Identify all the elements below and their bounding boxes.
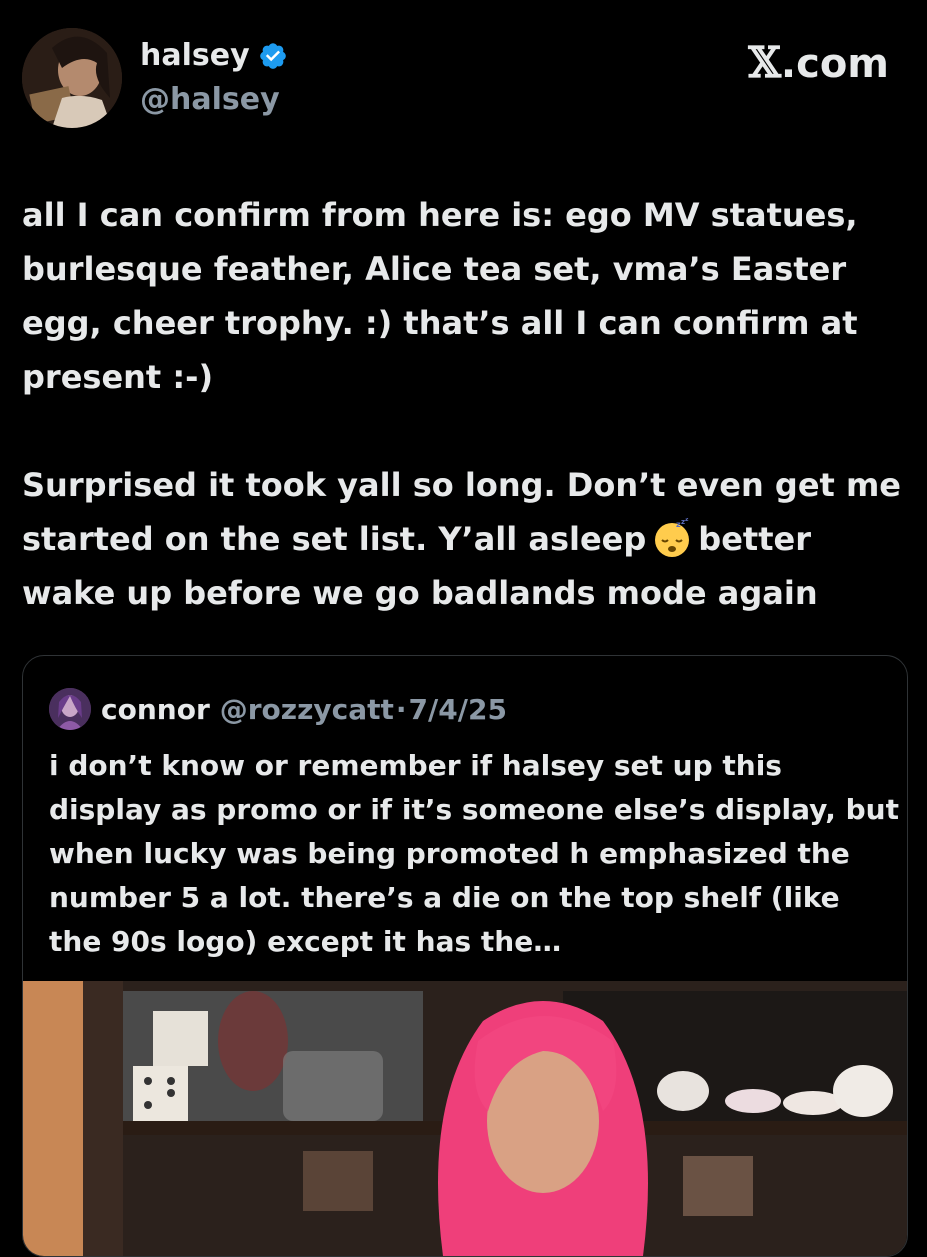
quoted-separator: · <box>395 692 407 726</box>
quoted-date[interactable]: 7/4/25 <box>409 693 507 726</box>
tweet-paragraph-1: all I can confirm from here is: ego MV s… <box>22 196 858 396</box>
author-name-row: halsey <box>140 38 288 73</box>
verified-badge-icon <box>259 42 286 69</box>
x-brand-logo: 𝕏.com <box>748 38 889 87</box>
tweet-text: all I can confirm from here is: ego MV s… <box>22 188 912 620</box>
author-handle[interactable]: @halsey <box>140 82 280 117</box>
tweet-paragraph-2: Surprised it took yall so long. Don’t ev… <box>22 458 912 620</box>
quoted-tweet-text: i don’t know or remember if halsey set u… <box>49 749 899 958</box>
quoted-author-name[interactable]: connor <box>101 693 210 726</box>
svg-text:z: z <box>685 518 689 523</box>
x-brand-suffix: .com <box>780 41 889 87</box>
author-name[interactable]: halsey <box>140 38 250 73</box>
sleeping-face-icon: z z z <box>655 518 690 557</box>
display-shelf-photo <box>23 981 907 1256</box>
quoted-tweet-header: connor @rozzycatt · 7/4/25 <box>49 688 507 730</box>
quoted-author-handle[interactable]: @rozzycatt <box>220 693 394 726</box>
quoted-tweet-card[interactable]: connor @rozzycatt · 7/4/25 i don’t know or… <box>22 655 908 1257</box>
x-logo-icon: 𝕏 <box>748 38 781 87</box>
avatar-image <box>22 28 122 128</box>
quoted-tweet-photo[interactable] <box>23 981 907 1256</box>
quoted-avatar-image <box>49 688 91 730</box>
quoted-author-avatar[interactable] <box>49 688 91 730</box>
author-avatar[interactable] <box>22 28 122 128</box>
